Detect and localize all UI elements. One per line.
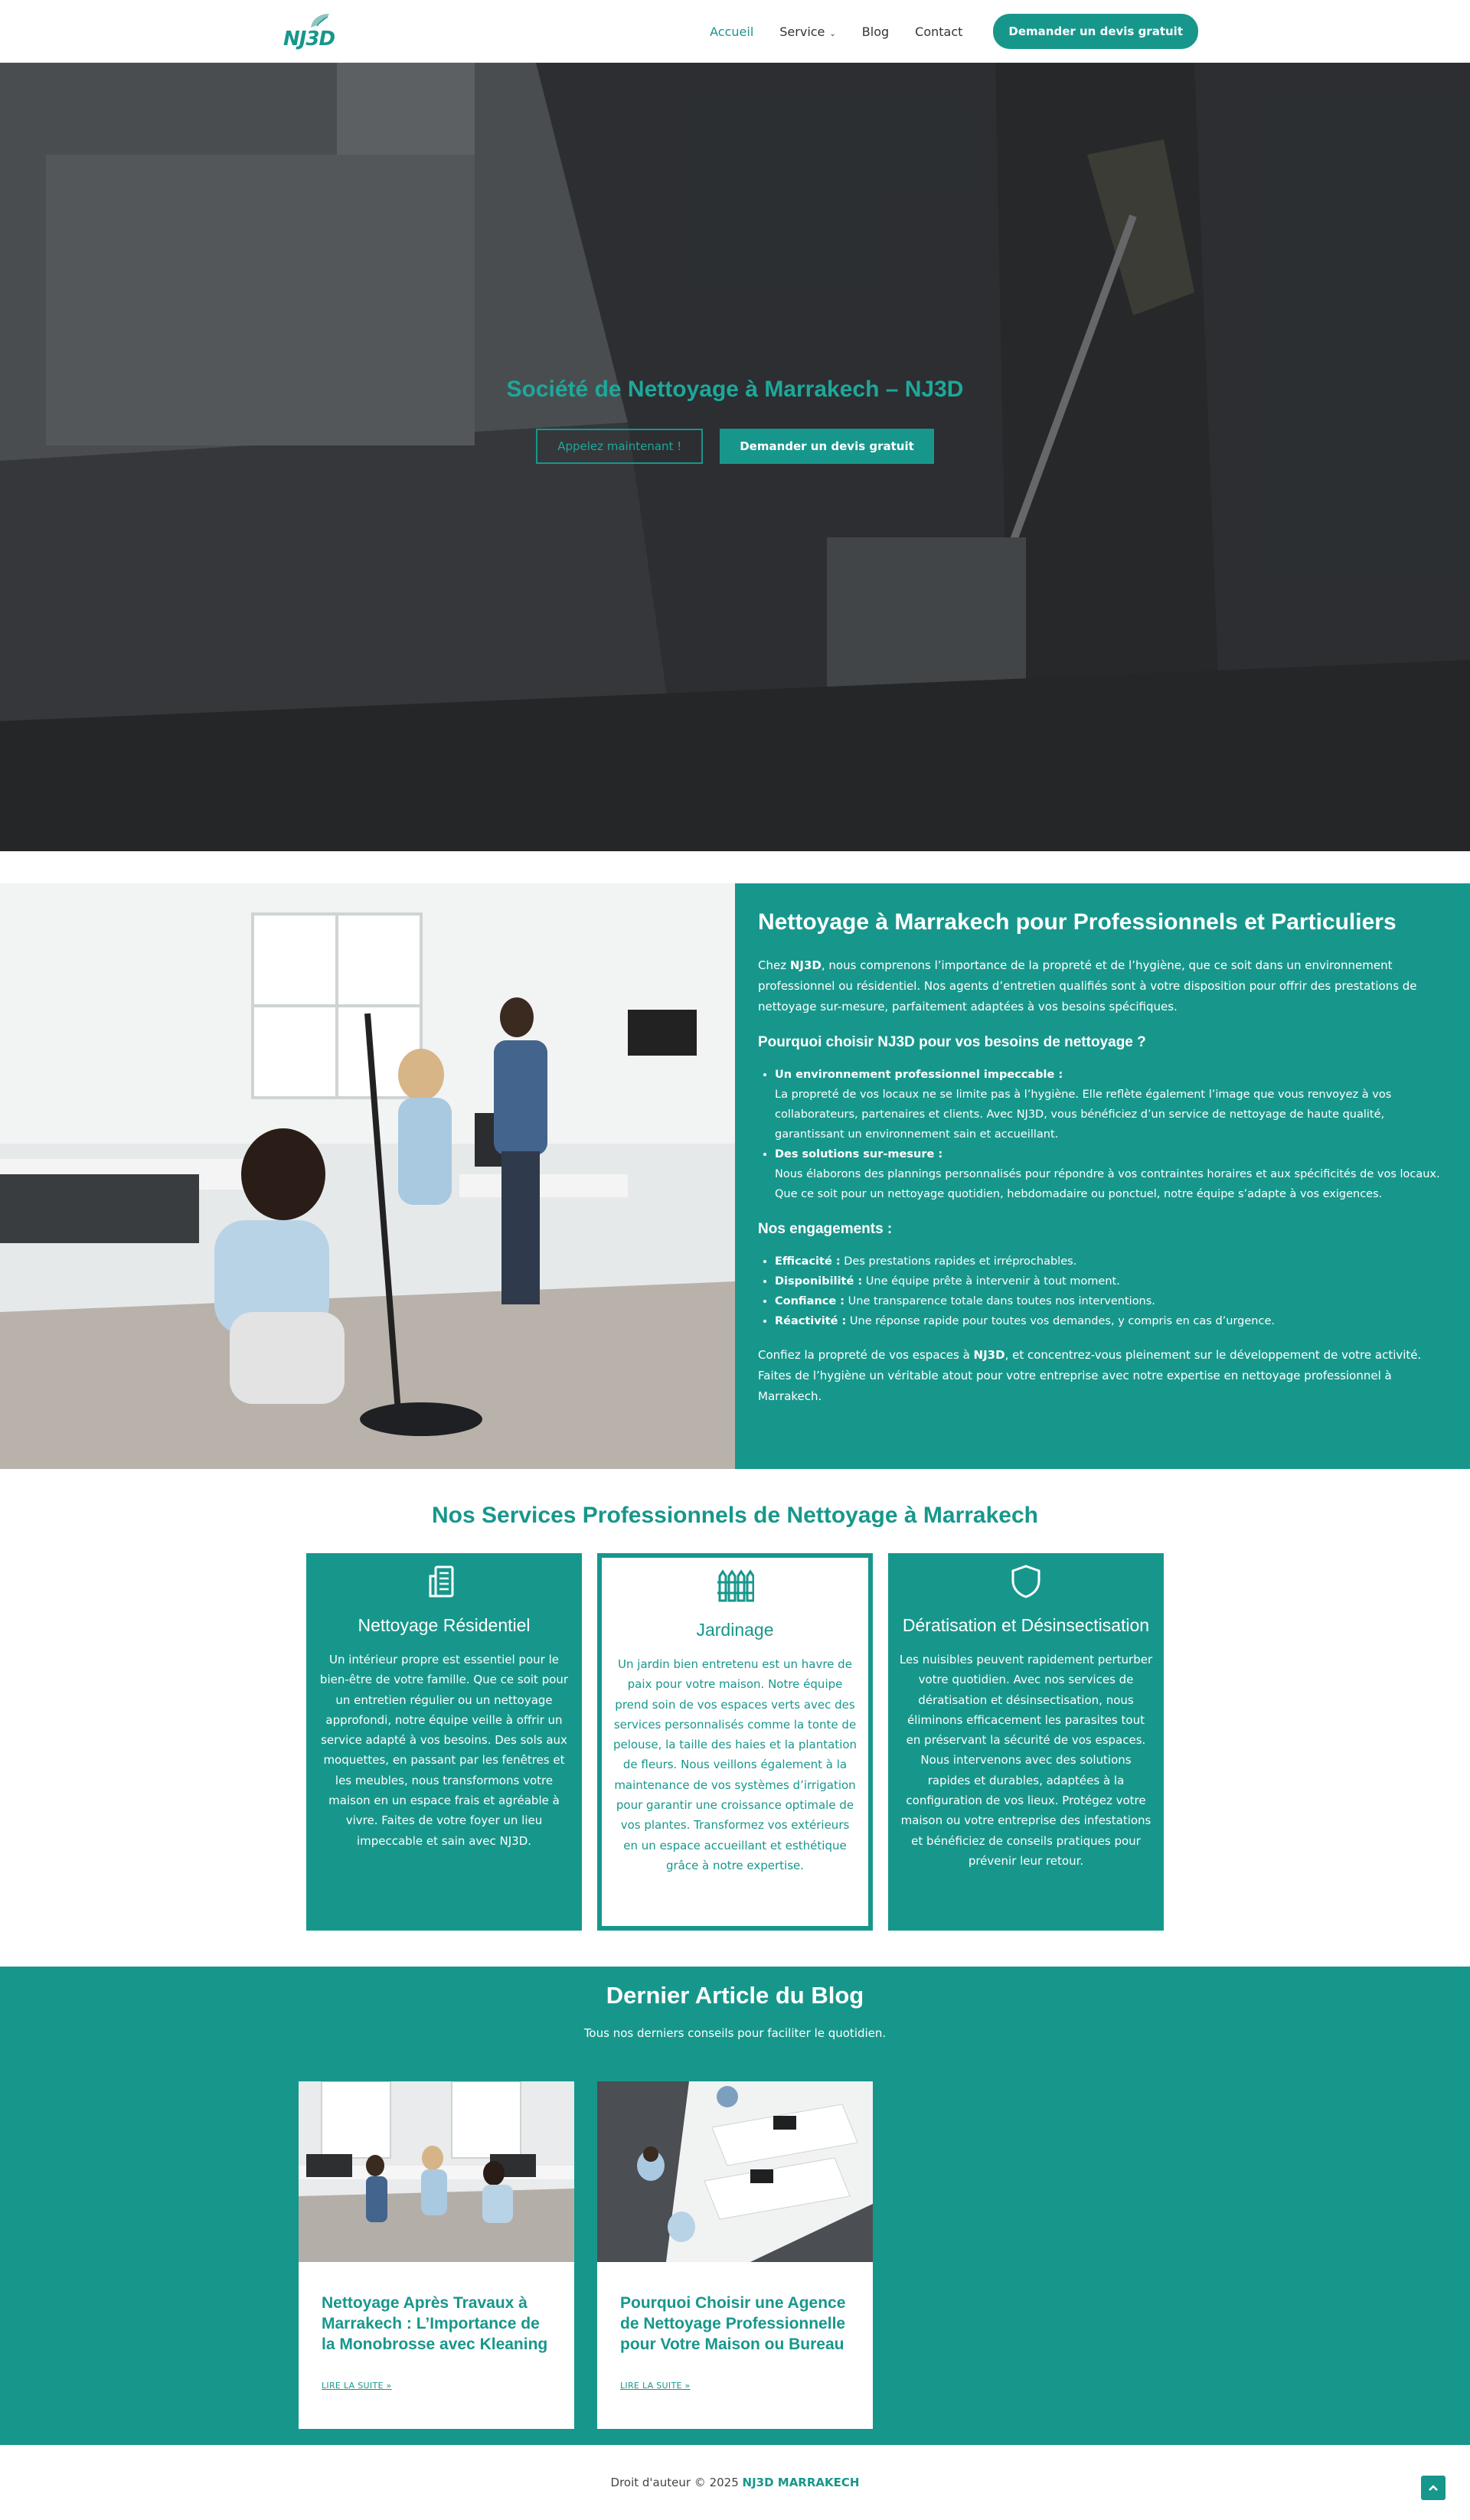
- header-quote-button[interactable]: Demander un devis gratuit: [993, 14, 1198, 49]
- post-body: Nettoyage Après Travaux à Marrakech : L’…: [299, 2262, 574, 2391]
- hero-buttons: Appelez maintenant ! Demander un devis g…: [0, 429, 1470, 464]
- call-now-button[interactable]: Appelez maintenant !: [536, 429, 704, 464]
- service-cards: Nettoyage Résidentiel Un intérieur propr…: [306, 1553, 1164, 1931]
- hero-content: Société de Nettoyage à Marrakech – NJ3D …: [0, 377, 1470, 464]
- service-card-jardinage[interactable]: Jardinage Un jardin bien entretenu est u…: [597, 1553, 873, 1931]
- about-intro-text: , nous comprenons l’importance de la pro…: [758, 958, 1417, 1014]
- header-inner: NJ3D Accueil Service ⌄ Blog Contact Deman…: [283, 0, 1198, 63]
- card-icon-wrap: [612, 1567, 858, 1605]
- about-title: Nettoyage à Marrakech pour Professionnel…: [758, 909, 1396, 935]
- card-icon-wrap: [317, 1562, 571, 1601]
- blog-post-card[interactable]: Nettoyage Après Travaux à Marrakech : L’…: [299, 2081, 574, 2429]
- post-title[interactable]: Nettoyage Après Travaux à Marrakech : L’…: [322, 2293, 551, 2355]
- site-logo[interactable]: NJ3D: [283, 12, 335, 51]
- nav-accueil[interactable]: Accueil: [710, 24, 753, 39]
- commit-item: Réactivité : Une réponse rapide pour tou…: [775, 1311, 1447, 1331]
- service-card-title: Jardinage: [696, 1620, 774, 1640]
- blog-post-card[interactable]: Pourquoi Choisir une Agence de Nettoyage…: [597, 2081, 873, 2429]
- about-conclusion: Confiez la propreté de vos espaces à NJ3…: [758, 1345, 1447, 1407]
- blog-title: Dernier Article du Blog: [606, 1982, 864, 2009]
- about-text: Nettoyage à Marrakech pour Professionnel…: [735, 883, 1470, 1469]
- why-item-title: Des solutions sur-mesure :: [775, 1148, 943, 1160]
- nav-service-label: Service: [779, 24, 825, 39]
- why-item-title: Un environnement professionnel impeccabl…: [775, 1069, 1063, 1081]
- commit-item-title: Réactivité :: [775, 1315, 847, 1327]
- nav-contact[interactable]: Contact: [915, 24, 962, 39]
- post-body: Pourquoi Choisir une Agence de Nettoyage…: [597, 2262, 873, 2391]
- read-more-link[interactable]: LIRE LA SUITE »: [322, 2381, 392, 2391]
- nav-service[interactable]: Service ⌄: [779, 24, 836, 39]
- commit-list: Efficacité : Des prestations rapides et …: [775, 1252, 1447, 1331]
- office-overhead-image: [597, 2081, 873, 2262]
- logo-text: NJ3D: [283, 28, 335, 51]
- commit-title: Nos engagements :: [758, 1221, 893, 1237]
- copyright: Droit d'auteur © 2025 NJ3D MARRAKECH: [0, 2445, 1470, 2489]
- about-final-brand: NJ3D: [973, 1348, 1005, 1362]
- card-icon-wrap: [899, 1562, 1153, 1601]
- main-nav: Accueil Service ⌄ Blog Contact Demander u…: [710, 14, 1198, 49]
- site-footer: Droit d'auteur © 2025 NJ3D MARRAKECH: [0, 2445, 1470, 2520]
- about-intro: Chez NJ3D, nous comprenons l’importance …: [758, 955, 1447, 1017]
- service-card-title: Dératisation et Désinsectisation: [902, 1615, 1150, 1635]
- blog-section: Dernier Article du Blog Tous nos dernier…: [0, 1967, 1470, 2445]
- service-card-residentiel[interactable]: Nettoyage Résidentiel Un intérieur propr…: [306, 1553, 582, 1931]
- about-section: Nettoyage à Marrakech pour Professionnel…: [0, 883, 1470, 1469]
- fence-icon: [717, 1569, 754, 1602]
- commit-item: Confiance : Une transparence totale dans…: [775, 1291, 1447, 1311]
- about-intro-prefix: Chez: [758, 958, 790, 972]
- service-card-text: Un jardin bien entretenu est un havre de…: [612, 1657, 858, 1872]
- why-item-text: Nous élaborons des plannings personnalis…: [775, 1168, 1440, 1200]
- post-title[interactable]: Pourquoi Choisir une Agence de Nettoyage…: [620, 2293, 850, 2355]
- commit-item-text: Des prestations rapides et irréprochable…: [840, 1255, 1077, 1268]
- blog-posts: Nettoyage Après Travaux à Marrakech : L’…: [299, 2081, 873, 2429]
- post-thumbnail[interactable]: [299, 2081, 574, 2262]
- service-card-text: Les nuisibles peuvent rapidement perturb…: [899, 1653, 1153, 1868]
- commit-item-title: Efficacité :: [775, 1255, 841, 1268]
- leaf-icon: [311, 14, 329, 28]
- cleaning-team-image: [0, 883, 735, 1469]
- commit-item: Efficacité : Des prestations rapides et …: [775, 1252, 1447, 1271]
- scroll-to-top-button[interactable]: [1421, 2476, 1446, 2500]
- about-intro-brand: NJ3D: [789, 958, 822, 972]
- commit-item-text: Une équipe prête à intervenir à tout mom…: [862, 1275, 1120, 1288]
- service-card-text: Un intérieur propre est essentiel pour l…: [319, 1653, 569, 1848]
- service-card-deratisation[interactable]: Dératisation et Désinsectisation Les nui…: [888, 1553, 1164, 1931]
- hero-title: Société de Nettoyage à Marrakech – NJ3D: [506, 377, 964, 402]
- commit-item-text: Une transparence totale dans toutes nos …: [844, 1295, 1155, 1307]
- commit-item-text: Une réponse rapide pour toutes vos deman…: [846, 1315, 1275, 1327]
- why-item-text: La propreté de vos locaux ne se limite p…: [775, 1089, 1392, 1141]
- service-card-title: Nettoyage Résidentiel: [358, 1615, 531, 1635]
- about-final-prefix: Confiez la propreté de vos espaces à: [758, 1348, 974, 1362]
- services-title: Nos Services Professionnels de Nettoyage…: [431, 1503, 1038, 1528]
- commit-item: Disponibilité : Une équipe prête à inter…: [775, 1271, 1447, 1291]
- why-list: Un environnement professionnel impeccabl…: [775, 1065, 1447, 1204]
- why-item: Un environnement professionnel impeccabl…: [775, 1065, 1447, 1144]
- building-icon: [429, 1565, 454, 1598]
- read-more-link[interactable]: LIRE LA SUITE »: [620, 2381, 691, 2391]
- why-title: Pourquoi choisir NJ3D pour vos besoins d…: [758, 1034, 1146, 1050]
- cleaning-team-illustration: [0, 883, 735, 1469]
- services-section: Nos Services Professionnels de Nettoyage…: [0, 1469, 1470, 1967]
- commit-item-title: Disponibilité :: [775, 1275, 863, 1288]
- blog-subtitle: Tous nos derniers conseils pour facilite…: [583, 2026, 887, 2040]
- chevron-down-icon: ⌄: [829, 29, 836, 38]
- commit-item-title: Confiance :: [775, 1295, 845, 1307]
- shield-icon: [1011, 1565, 1040, 1598]
- office-cleaning-image: [299, 2081, 574, 2262]
- site-header: NJ3D Accueil Service ⌄ Blog Contact Deman…: [0, 0, 1470, 63]
- post-thumbnail[interactable]: [597, 2081, 873, 2262]
- nav-blog[interactable]: Blog: [862, 24, 889, 39]
- chevron-up-icon: [1429, 2485, 1438, 2491]
- why-item: Des solutions sur-mesure : Nous élaborons…: [775, 1144, 1447, 1204]
- copyright-prefix: Droit d'auteur © 2025: [610, 2476, 743, 2489]
- hero-quote-button[interactable]: Demander un devis gratuit: [720, 429, 934, 464]
- copyright-brand[interactable]: NJ3D MARRAKECH: [743, 2476, 860, 2489]
- hero-section: Société de Nettoyage à Marrakech – NJ3D …: [0, 63, 1470, 851]
